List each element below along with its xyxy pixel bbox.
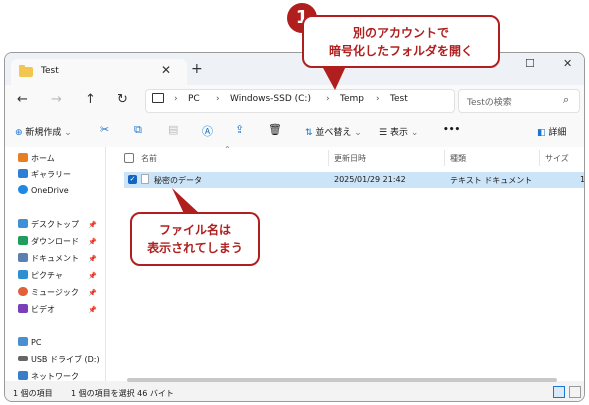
- top-callout-line-1: 別のアカウントで: [352, 26, 449, 40]
- mid-callout: ファイル名は 表示されてしまう: [130, 212, 260, 266]
- mid-callout-line-1: ファイル名は: [158, 223, 231, 237]
- top-callout-line-2: 暗号化したフォルダを開く: [328, 44, 473, 58]
- callout-pointers: [172, 66, 346, 218]
- top-callout: 別のアカウントで 暗号化したフォルダを開く: [302, 15, 500, 68]
- top-callout-pointer: [322, 66, 346, 90]
- mid-callout-line-2: 表示されてしまう: [147, 241, 243, 255]
